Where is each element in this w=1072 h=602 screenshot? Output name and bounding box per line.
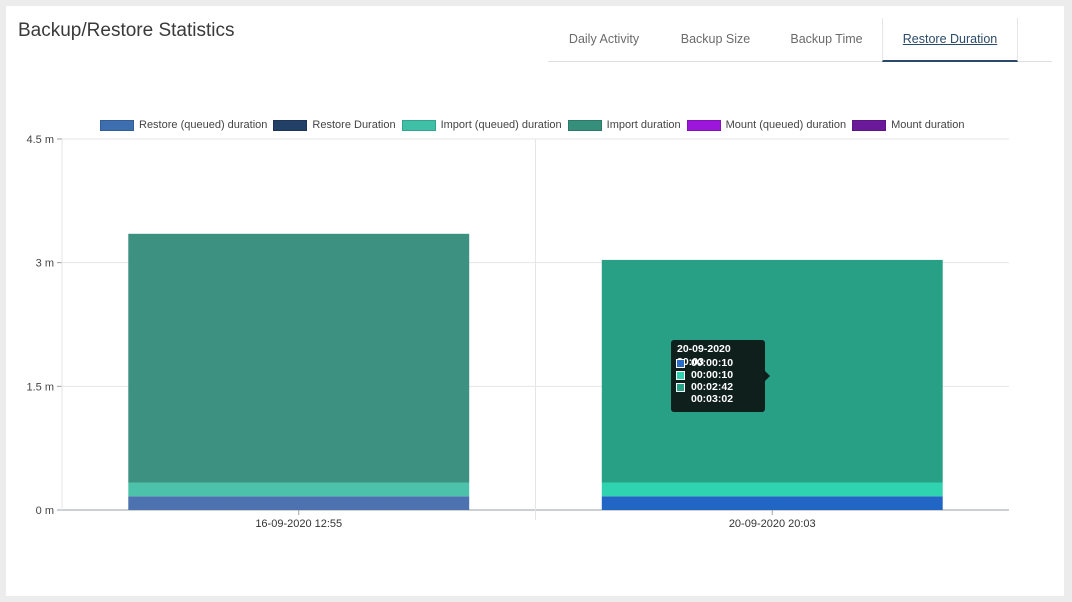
y-tick-label: 4.5 m [26,134,54,146]
y-tick-label: 1.5 m [26,381,54,393]
bar-segment [128,496,470,510]
tooltip-title: 20-09-2020 20:03 [677,343,731,368]
x-tick-label: 16-09-2020 12:55 [255,518,342,530]
tooltip-row: 00:02:42 [676,381,760,393]
chart-tooltip: 20-09-2020 20:03 00:00:10 00:00:10 00:02… [671,340,770,412]
tooltip-total: 00:03:02 [691,393,734,405]
tooltip-total-row: 00:03:02 [676,393,760,405]
x-tick-label: 20-09-2020 20:03 [729,518,816,530]
tooltip-value: 00:00:10 [691,369,734,381]
tooltip-swatch [676,358,685,368]
tooltip-value: 00:02:42 [691,381,734,393]
stacked-bar-chart: 0 m 1.5 m 3 m 4.5 m 16-09-2020 12:55 20-09-20… [26,134,1009,530]
y-tick-label: 3 m [36,258,54,270]
tooltip-swatch [676,382,685,392]
tooltip-row: 00:00:10 [676,369,760,381]
tooltip-value: 00:00:10 [691,357,734,369]
bar-segment [601,482,943,497]
tooltip-swatch [676,370,685,380]
tooltip-arrow [765,371,770,381]
bar-segment [128,482,470,497]
bar-segment [601,259,943,483]
bar-segment [128,233,470,483]
bar-segment [601,496,943,510]
y-tick-label: 0 m [36,505,54,517]
